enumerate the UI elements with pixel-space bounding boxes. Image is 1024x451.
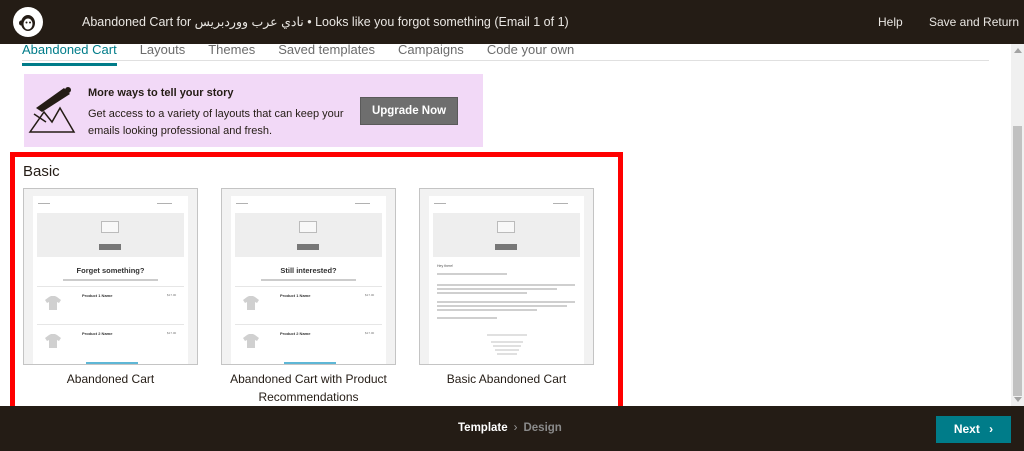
preview-hero-image — [433, 213, 580, 257]
tab-abandoned-cart[interactable]: Abandoned Cart — [22, 44, 117, 66]
preview-view-link: ▬▬▬▬▬ — [553, 201, 568, 205]
preview-greeting: Hey there! — [437, 264, 454, 268]
preview-hero-image — [235, 213, 382, 257]
tshirt-icon — [243, 296, 259, 310]
email-preview: ▬▬▬▬ ▬▬▬▬▬ Hey there! — [429, 196, 584, 364]
mailchimp-logo-icon[interactable] — [13, 7, 43, 37]
preview-footer-line — [495, 349, 519, 351]
preview-hero-button — [297, 244, 319, 250]
tshirt-icon — [45, 334, 61, 348]
image-placeholder-icon — [299, 221, 317, 233]
template-label[interactable]: Abandoned Cart — [23, 370, 198, 388]
scroll-up-icon[interactable] — [1014, 48, 1022, 53]
preview-product-row: Product 1 Name $17.00 — [235, 286, 382, 320]
next-label: Next — [953, 422, 980, 436]
preview-text-line — [437, 292, 527, 294]
step-template[interactable]: Template — [458, 422, 508, 434]
image-placeholder-icon — [497, 221, 515, 233]
preview-view-link: ▬▬▬▬▬ — [355, 201, 370, 205]
template-tabs: Abandoned Cart Layouts Themes Saved templat… — [22, 44, 597, 66]
storytelling-illustration-icon — [28, 87, 76, 133]
preview-hero-image — [37, 213, 184, 257]
step-design[interactable]: Design — [523, 422, 561, 434]
preview-product-row: Product 2 Name $17.00 — [37, 324, 184, 358]
save-and-return-link[interactable]: Save and Return — [929, 15, 1019, 29]
preview-product-price: $17.00 — [167, 331, 177, 335]
preview-text-line — [437, 284, 575, 286]
upgrade-now-button[interactable]: Upgrade Now — [360, 97, 458, 125]
vertical-scrollbar[interactable] — [1011, 44, 1024, 406]
section-title: Basic — [23, 163, 60, 180]
promo-title: More ways to tell your story — [88, 87, 234, 99]
campaign-title: Abandoned Cart for نادي عرب ووردبريس • L… — [82, 15, 569, 29]
preview-product-name: Product 2 Name — [280, 331, 311, 336]
preview-text-line — [437, 317, 497, 319]
preview-product-price: $17.00 — [365, 331, 375, 335]
preview-preheader: ▬▬▬▬ — [38, 201, 50, 205]
preview-subtext — [63, 279, 158, 281]
template-card-abandoned-cart-recommendations[interactable]: ▬▬▬▬ ▬▬▬▬▬ Still interested? Product 1 N… — [221, 188, 396, 406]
scrollbar-thumb[interactable] — [1013, 126, 1022, 396]
preview-product-name: Product 1 Name — [82, 293, 113, 298]
template-card-basic-abandoned-cart[interactable]: ▬▬▬▬ ▬▬▬▬▬ Hey there! Basic Abandoned Ca… — [419, 188, 594, 388]
chevron-right-icon: › — [989, 422, 994, 436]
tabs-divider — [22, 60, 989, 61]
next-button[interactable]: Next › — [936, 416, 1011, 443]
preview-footer-line — [491, 341, 523, 343]
preview-subtext — [261, 279, 356, 281]
help-link[interactable]: Help — [878, 15, 903, 29]
bottom-bar: Template › Design Next › — [0, 406, 1024, 451]
preview-product-row: Product 2 Name $17.00 — [235, 324, 382, 358]
template-label[interactable]: Basic Abandoned Cart — [419, 370, 594, 388]
template-label[interactable]: Abandoned Cart with Product Recommendati… — [221, 370, 396, 406]
chevron-right-icon: › — [513, 422, 518, 434]
preview-text-line — [437, 288, 557, 290]
top-bar: Abandoned Cart for نادي عرب ووردبريس • L… — [0, 0, 1024, 44]
wizard-steps: Template › Design — [458, 422, 562, 434]
email-preview: ▬▬▬▬ ▬▬▬▬▬ Still interested? Product 1 N… — [231, 196, 386, 364]
tshirt-icon — [45, 296, 61, 310]
preview-cta-bar — [86, 362, 138, 364]
template-card-abandoned-cart[interactable]: ▬▬▬▬ ▬▬▬▬▬ Forget something? Product 1 N… — [23, 188, 198, 388]
preview-heading: Still interested? — [280, 266, 337, 275]
preview-product-name: Product 2 Name — [82, 331, 113, 336]
preview-hero-button — [495, 244, 517, 250]
preview-footer-line — [493, 345, 521, 347]
preview-text-line — [437, 273, 507, 275]
upgrade-promo-banner: More ways to tell your story Get access … — [24, 74, 483, 147]
preview-preheader: ▬▬▬▬ — [434, 201, 446, 205]
image-placeholder-icon — [101, 221, 119, 233]
preview-text-line — [437, 309, 537, 311]
template-chooser: Abandoned Cart Layouts Themes Saved templat… — [0, 44, 1011, 406]
template-thumbnail[interactable]: ▬▬▬▬ ▬▬▬▬▬ Forget something? Product 1 N… — [23, 188, 198, 365]
tshirt-icon — [243, 334, 259, 348]
preview-text-line — [437, 301, 575, 303]
promo-body: Get access to a variety of layouts that … — [88, 108, 344, 137]
preview-view-link: ▬▬▬▬▬ — [157, 201, 172, 205]
preview-preheader: ▬▬▬▬ — [236, 201, 248, 205]
scroll-down-icon[interactable] — [1014, 397, 1022, 402]
preview-footer-line — [487, 334, 527, 336]
preview-cta-bar — [284, 362, 336, 364]
template-thumbnail[interactable]: ▬▬▬▬ ▬▬▬▬▬ Hey there! — [419, 188, 594, 365]
preview-hero-button — [99, 244, 121, 250]
preview-product-price: $17.00 — [167, 293, 177, 297]
preview-product-name: Product 1 Name — [280, 293, 311, 298]
preview-product-price: $17.00 — [365, 293, 375, 297]
preview-text-line — [437, 305, 567, 307]
email-preview: ▬▬▬▬ ▬▬▬▬▬ Forget something? Product 1 N… — [33, 196, 188, 364]
preview-footer-line — [497, 353, 517, 355]
template-thumbnail[interactable]: ▬▬▬▬ ▬▬▬▬▬ Still interested? Product 1 N… — [221, 188, 396, 365]
preview-heading: Forget something? — [76, 266, 145, 275]
preview-product-row: Product 1 Name $17.00 — [37, 286, 184, 320]
